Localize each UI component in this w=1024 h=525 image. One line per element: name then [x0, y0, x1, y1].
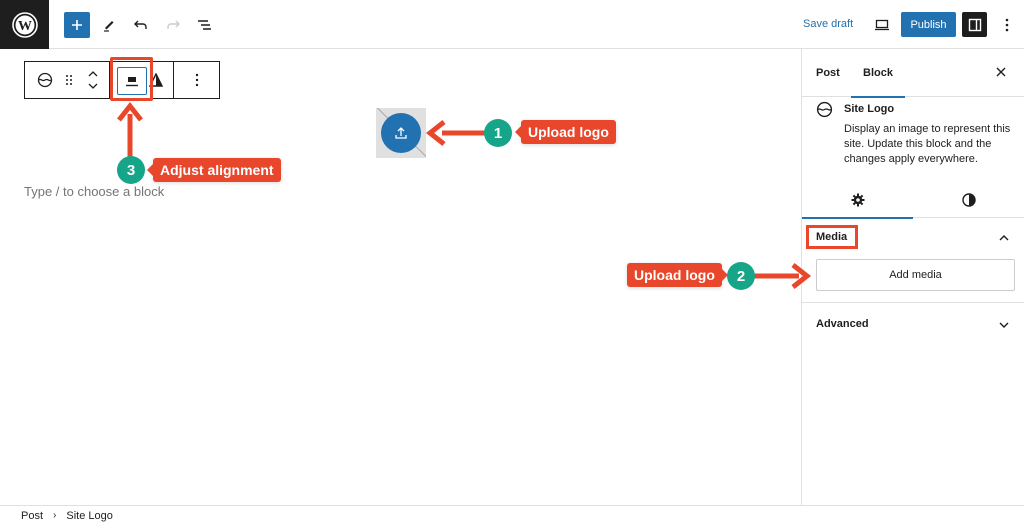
block-type-button[interactable]	[33, 62, 57, 98]
block-placeholder-text[interactable]: Type / to choose a block	[24, 184, 164, 199]
add-media-button[interactable]: Add media	[816, 259, 1015, 291]
breadcrumb-site-logo[interactable]: Site Logo	[66, 510, 112, 522]
annotation-arrow-2	[753, 263, 812, 289]
add-block-button[interactable]	[64, 12, 90, 38]
settings-icon	[968, 18, 981, 31]
editor-app: W Save draft Publish Type / to choose a …	[0, 0, 1024, 525]
save-draft-button[interactable]: Save draft	[803, 18, 853, 30]
move-down-icon	[88, 83, 98, 89]
settings-toggle-button[interactable]	[962, 12, 987, 37]
desktop-preview-icon	[875, 19, 889, 31]
more-options-icon	[1005, 18, 1009, 32]
annotation-label-3: Adjust alignment	[147, 158, 281, 182]
styles-half-circle-icon	[961, 192, 976, 207]
drag-handle[interactable]	[57, 62, 81, 98]
svg-text:W: W	[18, 19, 32, 34]
advanced-panel-toggle[interactable]: Advanced	[802, 306, 1024, 344]
annotation-arrow-3	[117, 101, 143, 160]
tab-settings[interactable]	[802, 181, 913, 219]
undo-icon	[134, 20, 147, 29]
list-view-button[interactable]	[192, 12, 218, 38]
breadcrumb: Post › Site Logo	[0, 505, 1024, 525]
panel-divider	[802, 302, 1024, 303]
add-icon	[72, 20, 82, 30]
block-card-description: Display an image to represent this site.…	[844, 123, 1011, 165]
site-logo-icon	[816, 101, 833, 118]
chevron-right-icon: ›	[53, 510, 57, 521]
block-options-button[interactable]	[185, 62, 209, 98]
settings-gear-icon	[851, 193, 864, 206]
tab-block[interactable]: Block	[851, 49, 905, 98]
pencil-icon	[104, 21, 114, 32]
publish-button[interactable]: Publish	[901, 12, 956, 37]
redo-icon	[167, 20, 180, 29]
preview-button[interactable]	[869, 12, 895, 38]
block-controls-group	[25, 62, 105, 98]
close-sidebar-button[interactable]	[992, 63, 1010, 81]
list-view-icon	[198, 20, 211, 30]
editor-header: W Save draft Publish	[0, 0, 1024, 49]
drag-handle-icon	[66, 75, 72, 85]
move-buttons[interactable]	[81, 62, 105, 98]
close-icon	[996, 67, 1006, 77]
block-inspector-tabs	[802, 181, 1024, 219]
more-options-icon	[195, 73, 198, 87]
media-highlight-box	[806, 225, 858, 249]
settings-sidebar: Post Block Site Logo Display an image to…	[801, 49, 1024, 505]
annotation-badge-3: 3	[117, 156, 145, 184]
annotation-badge-3-number: 3	[126, 161, 136, 179]
align-center-icon	[126, 77, 138, 87]
annotation-badge-1: 1	[484, 119, 512, 147]
undo-button[interactable]	[128, 12, 154, 38]
block-card-title: Site Logo	[844, 103, 895, 115]
more-options-button[interactable]	[994, 12, 1020, 38]
upload-icon	[395, 127, 407, 139]
annotation-badge-2: 2	[727, 262, 755, 290]
annotation-label-2: Upload logo	[627, 263, 728, 287]
wordpress-logo-button[interactable]: W	[0, 0, 49, 49]
sidebar-tabs: Post Block	[802, 49, 1024, 98]
chevron-down-icon	[999, 322, 1009, 328]
wordpress-logo-icon: W	[11, 11, 38, 38]
upload-logo-button[interactable]	[381, 113, 421, 153]
tools-button[interactable]	[96, 12, 122, 38]
redo-button[interactable]	[160, 12, 186, 38]
align-button[interactable]	[117, 67, 147, 95]
site-logo-icon	[37, 72, 53, 88]
options-group	[174, 62, 219, 98]
annotation-arrow-1	[425, 120, 488, 146]
advanced-panel-title: Advanced	[816, 318, 869, 330]
chevron-up-icon	[999, 235, 1009, 241]
tab-post[interactable]: Post	[816, 49, 840, 97]
move-up-icon	[88, 71, 98, 77]
tab-styles[interactable]	[913, 181, 1024, 218]
breadcrumb-post[interactable]: Post	[21, 510, 43, 522]
annotation-label-1: Upload logo	[515, 120, 616, 144]
